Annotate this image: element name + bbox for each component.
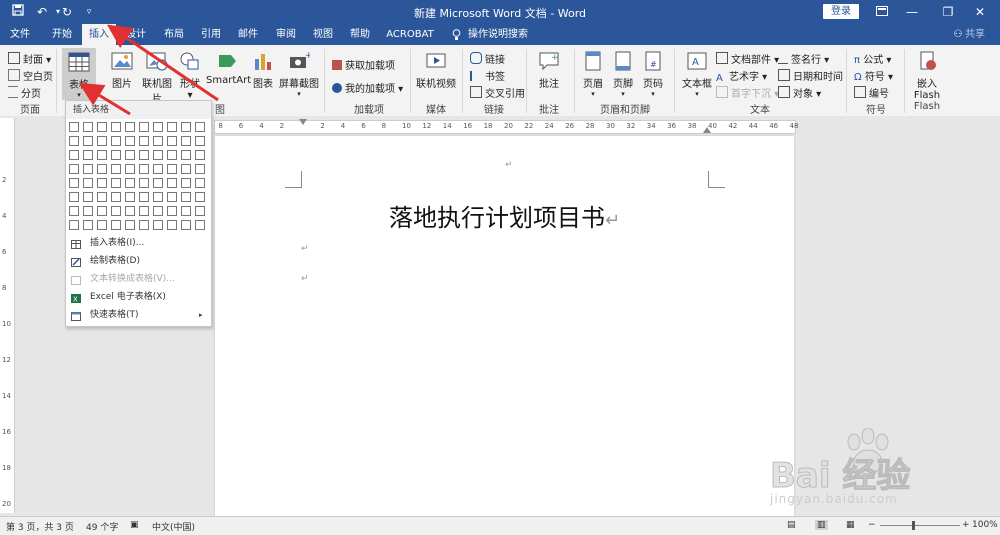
proofing-icon[interactable]: ▣ (130, 520, 139, 530)
word-count[interactable]: 49 个字 (86, 520, 118, 533)
zoom-out-icon[interactable]: − (868, 520, 876, 530)
page-count[interactable]: 第 3 页，共 3 页 (6, 520, 74, 533)
status-bar: 第 3 页，共 3 页 49 个字 ▣ 中文(中国) ▤ ▥ ▦ − + 100… (0, 516, 1000, 535)
arrow-to-insert-tab (107, 24, 219, 102)
zoom-slider[interactable] (880, 525, 960, 526)
zoom-level[interactable]: 100% (972, 520, 998, 530)
web-layout-icon[interactable]: ▦ (846, 520, 855, 530)
zoom-in-icon[interactable]: + (962, 520, 970, 530)
arrow-to-table-button (78, 82, 131, 116)
zoom-slider-handle[interactable] (912, 521, 915, 530)
annotation-arrows (78, 24, 219, 116)
print-layout-icon[interactable]: ▥ (815, 520, 828, 530)
read-mode-icon[interactable]: ▤ (787, 520, 796, 530)
language-indicator[interactable]: 中文(中国) (152, 520, 195, 533)
